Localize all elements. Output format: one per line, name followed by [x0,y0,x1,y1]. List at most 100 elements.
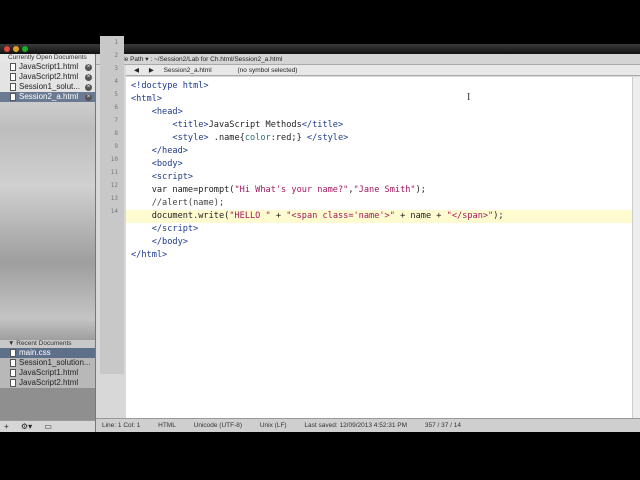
file-path-menu[interactable]: File Path ▾ : ~/Session2/Lab for Ch.html… [118,56,283,63]
code-line: <html> [126,93,632,106]
code-token: </head> [131,146,188,156]
text-cursor-icon: I [467,92,471,103]
recent-documents: ▼ Recent Documents main.css Session1_solu… [0,340,95,388]
code-token: JavaScript Methods [208,120,302,130]
title-bar [0,44,640,54]
line-number: 2 [114,52,118,59]
line-number: 3 [114,65,118,72]
code-token: <style> [131,133,209,143]
line-number: 12 [110,182,118,189]
sidebar-bottom-bar: + ⚙▾ ▭ [0,420,95,432]
code-token: "Jane Smith" [353,185,416,195]
close-document-icon[interactable]: × [85,84,92,91]
sidebar: Currently Open Documents JavaScript1.htm… [0,54,96,432]
code-line: </head> [126,145,632,158]
document-label: JavaScript1.html [19,62,79,71]
close-document-icon[interactable]: × [85,64,92,71]
document-item[interactable]: main.css [0,348,95,358]
code-token: + name + [394,211,447,221]
code-line: var name=prompt("Hi What's your name?","… [126,184,632,197]
document-item[interactable]: JavaScript1.html × [0,62,95,72]
line-number: 13 [110,195,118,202]
gear-icon[interactable]: ⚙▾ [21,422,32,431]
document-item[interactable]: JavaScript2.html [0,378,95,388]
toolbar: T File Path ▾ : ~/Session2/Lab for Ch.ht… [96,54,640,65]
code-token: ); [415,185,426,195]
code-line: <!doctype html> [126,80,632,93]
document-label: JavaScript1.html [19,368,79,377]
code-token: :red;} [270,133,307,143]
line-number: 7 [114,117,118,124]
code-token: + [270,211,287,221]
cursor-position[interactable]: Line: 1 Col: 1 [102,422,140,429]
document-stats: 357 / 37 / 14 [424,422,461,429]
line-number: 1 [114,39,118,46]
document-label: Session1_solut... [19,82,80,91]
document-label: Session1_solution... [19,358,91,367]
code-token: document.write( [131,211,230,221]
document-label: Session2_a.html [19,92,79,101]
document-icon [10,92,16,101]
code-editor[interactable]: <!doctype html> <html> <head> <title>Java… [126,77,632,418]
vertical-scrollbar[interactable] [632,77,640,418]
line-number: 11 [110,169,118,176]
minimize-window-button[interactable] [13,46,19,52]
status-bar: Line: 1 Col: 1 HTML Unicode (UTF-8) Unix… [96,418,640,432]
code-line: <body> [126,158,632,171]
last-saved: Last saved: 12/09/2013 4:52:31 PM [304,422,408,429]
document-item[interactable]: JavaScript2.html × [0,72,95,82]
line-number: 4 [114,78,118,85]
editor-window: Currently Open Documents JavaScript1.htm… [0,44,640,432]
close-document-icon[interactable]: × [85,74,92,81]
toggle-view-button[interactable]: ▭ [44,422,52,431]
document-item[interactable]: Session1_solution... [0,358,95,368]
recent-header-label: Recent Documents [16,340,72,347]
zoom-window-button[interactable] [22,46,28,52]
code-token: <html> [131,94,163,104]
line-endings-selector[interactable]: Unix (LF) [260,422,287,429]
code-token: </style> [306,133,349,143]
close-document-icon[interactable]: × [85,94,92,101]
code-token: "HELLO " [229,211,271,221]
code-token: "</span>" [446,211,494,221]
document-item[interactable]: Session2_a.html × [0,92,95,102]
code-token: <body> [131,159,183,169]
code-token: <!doctype html> [131,81,209,91]
code-token: </body> [131,237,188,247]
document-label: JavaScript2.html [19,72,79,81]
line-number: 9 [114,143,118,150]
recent-documents-header[interactable]: ▼ Recent Documents [0,340,95,348]
code-line: <script> [126,171,632,184]
code-token: var name=prompt( [131,185,235,195]
code-token: .name{ [208,133,245,143]
back-button[interactable]: ◀ [134,67,139,74]
code-line: document.write("HELLO " + "<span class='… [126,210,632,223]
document-label: JavaScript2.html [19,378,79,387]
document-item[interactable]: JavaScript1.html [0,368,95,378]
recent-documents-list: main.css Session1_solution... JavaScript1.… [0,348,95,388]
line-number-gutter: 1 2 3 4 5 6 7 8 9 10 11 12 13 14 [100,36,124,374]
add-button[interactable]: + [4,422,9,431]
forward-button[interactable]: ▶ [149,67,154,74]
code-line: </html> [126,249,632,262]
close-window-button[interactable] [4,46,10,52]
file-selector[interactable]: Session2_a.html [164,67,212,74]
document-icon [10,348,16,357]
line-number: 6 [114,104,118,111]
code-token: </title> [301,120,344,130]
document-item[interactable]: Session1_solut... × [0,82,95,92]
document-icon [10,368,16,377]
code-line: </body> [126,236,632,249]
encoding-selector[interactable]: Unicode (UTF-8) [194,422,242,429]
code-token: color [244,133,271,143]
code-line: //alert(name); [126,197,632,210]
open-documents-list: JavaScript1.html × JavaScript2.html × Sessio… [0,62,95,102]
code-line: </script> [126,223,632,236]
code-token: <script> [131,172,194,182]
code-token: <head> [131,107,183,117]
line-number: 5 [114,91,118,98]
line-number: 14 [110,208,118,215]
language-selector[interactable]: HTML [158,422,176,429]
symbol-selector[interactable]: (no symbol selected) [238,67,298,74]
line-number: 10 [110,156,118,163]
